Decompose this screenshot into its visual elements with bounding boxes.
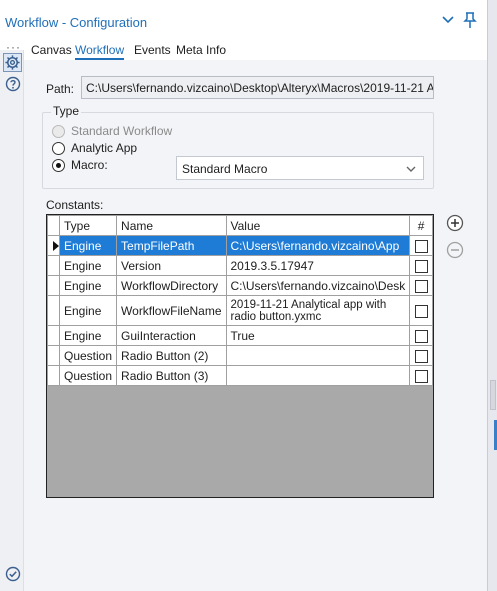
number-cell[interactable] (409, 255, 433, 276)
tab-bar: ··· Canvas Workflow Events Meta Info (0, 40, 487, 60)
number-cell[interactable] (409, 345, 433, 366)
scrollbar-thumb[interactable] (490, 380, 496, 410)
path-field[interactable]: C:\Users\fernando.vizcaino\Desktop\Alter… (81, 76, 434, 99)
table-row[interactable]: Engine WorkflowFileName 2019-11-21 Analy… (47, 295, 433, 326)
row-header[interactable] (47, 255, 60, 276)
name-cell[interactable]: Radio Button (2) (116, 345, 227, 366)
radio-standard-workflow[interactable]: Standard Workflow (52, 124, 172, 138)
minus-circle-icon[interactable] (446, 241, 464, 259)
constant-checkbox[interactable] (414, 259, 428, 273)
type-cell[interactable]: Question (58, 345, 118, 366)
type-cell[interactable]: Engine (58, 255, 118, 276)
row-header[interactable] (47, 325, 60, 346)
right-scroll-strip[interactable] (487, 0, 497, 591)
value-cell[interactable]: True (225, 325, 411, 346)
type-cell[interactable]: Engine (58, 235, 118, 256)
constant-checkbox[interactable] (414, 329, 428, 343)
row-header[interactable] (47, 345, 60, 366)
select-value: Standard Macro (182, 162, 268, 176)
plus-circle-icon[interactable] (446, 214, 464, 232)
name-cell[interactable]: Radio Button (3) (116, 365, 227, 386)
corner-cell (47, 215, 60, 236)
radio-label: Standard Workflow (71, 124, 173, 138)
header-row: Type Name Value # (47, 215, 433, 236)
name-cell[interactable]: Version (116, 255, 227, 276)
number-cell[interactable] (409, 275, 433, 296)
type-cell[interactable]: Engine (58, 295, 118, 326)
macro-type-select[interactable]: Standard Macro (176, 156, 424, 180)
table-row[interactable]: Engine GuiInteraction True (47, 325, 433, 346)
chevron-down-icon[interactable] (440, 12, 456, 28)
settings-tab-button[interactable] (3, 53, 22, 72)
radio-analytic-app[interactable]: Analytic App (52, 141, 137, 155)
number-cell[interactable] (409, 365, 433, 386)
radio-label: Macro: (71, 158, 108, 172)
path-label: Path: (46, 82, 75, 96)
tab-events[interactable]: Events (134, 43, 171, 57)
number-cell[interactable] (409, 235, 433, 256)
type-cell[interactable]: Question (58, 365, 118, 386)
title-bar: Workflow - Configuration (0, 0, 487, 44)
type-label: Type (51, 104, 82, 118)
pin-icon[interactable] (462, 11, 478, 29)
radio-button[interactable] (52, 158, 65, 172)
radio-button[interactable] (52, 141, 65, 155)
constants-grid[interactable]: Type Name Value # Engine TempFilePath C:… (46, 214, 434, 498)
radio-macro[interactable]: Macro: (52, 158, 108, 172)
help-icon[interactable] (5, 76, 21, 92)
constant-checkbox[interactable] (414, 239, 428, 253)
name-cell[interactable]: TempFilePath (116, 235, 227, 256)
tab-meta-info[interactable]: Meta Info (176, 43, 226, 57)
value-cell[interactable]: 2019-11-21 Analytical app with radio but… (225, 295, 411, 326)
column-header-value[interactable]: Value (225, 215, 411, 236)
tab-canvas[interactable]: Canvas (31, 43, 72, 57)
constant-checkbox[interactable] (414, 369, 428, 383)
number-cell[interactable] (409, 325, 433, 346)
table-row[interactable]: Engine TempFilePath C:\Users\fernando.vi… (47, 235, 433, 256)
value-cell[interactable]: 2019.3.5.17947 (225, 255, 411, 276)
constant-checkbox[interactable] (414, 349, 428, 363)
table-row[interactable]: Question Radio Button (2) (47, 345, 433, 366)
chevron-down-icon (406, 166, 416, 172)
radio-button[interactable] (52, 124, 65, 138)
name-cell[interactable]: GuiInteraction (116, 325, 227, 346)
check-circle-icon[interactable] (5, 566, 21, 582)
gear-icon (5, 55, 20, 70)
config-sidebar (0, 50, 24, 591)
column-header-type[interactable]: Type (58, 215, 118, 236)
name-cell[interactable]: WorkflowFileName (116, 295, 227, 326)
current-row-arrow-icon (53, 241, 59, 251)
constant-checkbox[interactable] (414, 279, 428, 293)
tab-workflow[interactable]: Workflow (75, 43, 125, 60)
value-cell[interactable] (225, 365, 411, 386)
value-cell[interactable] (225, 345, 411, 366)
column-header-name[interactable]: Name (116, 215, 227, 236)
number-cell[interactable] (409, 295, 433, 326)
value-cell[interactable]: C:\Users\fernando.vizcaino\Desk (225, 275, 411, 296)
type-cell[interactable]: Engine (58, 325, 118, 346)
row-header[interactable] (47, 235, 60, 256)
constants-table: Type Name Value # Engine TempFilePath C:… (47, 215, 433, 386)
window-title: Workflow - Configuration (5, 15, 148, 30)
constants-label: Constants: (46, 198, 104, 212)
type-cell[interactable]: Engine (58, 275, 118, 296)
value-cell[interactable]: C:\Users\fernando.vizcaino\App (225, 235, 411, 256)
row-header[interactable] (47, 365, 60, 386)
radio-label: Analytic App (71, 141, 138, 155)
row-header[interactable] (47, 275, 60, 296)
row-header[interactable] (47, 295, 60, 326)
table-row[interactable]: Engine WorkflowDirectory C:\Users\fernan… (47, 275, 433, 296)
name-cell[interactable]: WorkflowDirectory (116, 275, 227, 296)
table-row[interactable]: Engine Version 2019.3.5.17947 (47, 255, 433, 276)
column-header-number[interactable]: # (409, 215, 433, 236)
constant-checkbox[interactable] (414, 304, 428, 318)
table-row[interactable]: Question Radio Button (3) (47, 365, 433, 386)
